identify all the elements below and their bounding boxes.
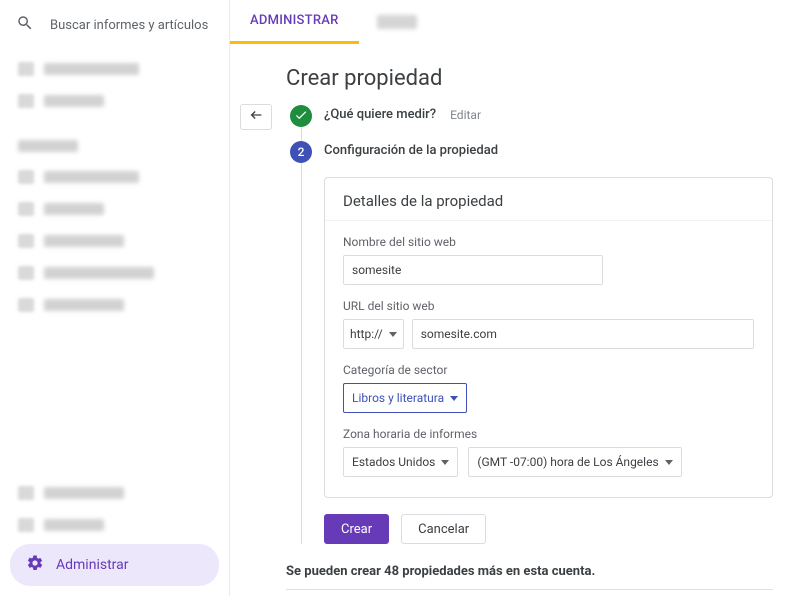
- search-placeholder: Buscar informes y artículos: [50, 18, 208, 33]
- step-1-title: ¿Qué quiere medir?: [324, 107, 436, 122]
- check-icon: [294, 108, 308, 125]
- create-button[interactable]: Crear: [324, 514, 389, 544]
- protocol-value: http://: [350, 327, 383, 341]
- chevron-down-icon: [450, 396, 458, 401]
- tabs: ADMINISTRAR: [230, 0, 793, 44]
- sidebar-admin-label: Administrar: [56, 557, 128, 573]
- page-title: Crear propiedad: [286, 66, 773, 91]
- step-2: 2 Configuración de la propiedad: [290, 141, 773, 167]
- sidebar-item[interactable]: [12, 196, 217, 222]
- sidebar-item[interactable]: [12, 228, 217, 254]
- back-arrow-icon: [248, 107, 264, 127]
- category-select[interactable]: Libros y literatura: [343, 383, 467, 413]
- category-label: Categoría de sector: [343, 363, 754, 377]
- tab-blurred[interactable]: [377, 15, 417, 29]
- site-url-label: URL del sitio web: [343, 299, 754, 313]
- step-2-title: Configuración de la propiedad: [324, 143, 498, 158]
- step-2-body: Detalles de la propiedad Nombre del siti…: [324, 177, 773, 544]
- search-icon: [16, 14, 34, 36]
- content: Crear propiedad ¿Qué quiere medir? Edita…: [230, 44, 793, 596]
- tz-country-select[interactable]: Estados Unidos: [343, 447, 458, 477]
- tz-value-select[interactable]: (GMT -07:00) hora de Los Ángeles: [468, 447, 681, 477]
- sidebar-top-group: [0, 50, 229, 120]
- site-url-input[interactable]: [412, 319, 754, 349]
- stepper: ¿Qué quiere medir? Editar 2 Configuració…: [290, 105, 773, 544]
- chevron-down-icon: [665, 460, 673, 465]
- tz-value: (GMT -07:00) hora de Los Ángeles: [477, 455, 658, 469]
- step-actions: Crear Cancelar: [324, 514, 773, 544]
- tz-label: Zona horaria de informes: [343, 427, 754, 441]
- cancel-button[interactable]: Cancelar: [401, 514, 486, 544]
- search-bar[interactable]: Buscar informes y artículos: [0, 0, 229, 50]
- gear-icon: [26, 554, 44, 576]
- back-button[interactable]: [240, 104, 272, 130]
- sidebar-item[interactable]: [12, 480, 217, 506]
- sidebar-bottom-group: [0, 474, 229, 544]
- protocol-select[interactable]: http://: [343, 319, 404, 349]
- chevron-down-icon: [441, 460, 449, 465]
- main: ADMINISTRAR Crear propiedad: [230, 0, 793, 596]
- quota-text: Se pueden crear 48 propiedades más en es…: [286, 564, 773, 579]
- sidebar-item[interactable]: [12, 512, 217, 538]
- tab-admin[interactable]: ADMINISTRAR: [230, 0, 359, 44]
- step-1-edit[interactable]: Editar: [450, 108, 481, 122]
- step-1: ¿Qué quiere medir? Editar: [290, 105, 773, 141]
- sidebar: Buscar informes y artículos Administrar: [0, 0, 230, 596]
- tz-country-value: Estados Unidos: [352, 455, 435, 469]
- property-details-card: Detalles de la propiedad Nombre del siti…: [324, 177, 773, 498]
- sidebar-item[interactable]: [12, 164, 217, 190]
- sidebar-item[interactable]: [12, 56, 217, 82]
- sidebar-item[interactable]: [12, 260, 217, 286]
- sidebar-item[interactable]: [12, 292, 217, 318]
- sidebar-item[interactable]: [12, 134, 217, 158]
- category-value: Libros y literatura: [352, 391, 444, 405]
- site-name-label: Nombre del sitio web: [343, 235, 754, 249]
- step-1-bullet: [290, 105, 312, 127]
- card-header: Detalles de la propiedad: [325, 178, 772, 221]
- sidebar-admin[interactable]: Administrar: [10, 544, 219, 586]
- sidebar-item[interactable]: [12, 88, 217, 114]
- step-2-bullet: 2: [290, 141, 312, 163]
- divider: [286, 589, 773, 590]
- stepper-line: [301, 105, 302, 544]
- site-name-input[interactable]: [343, 255, 603, 285]
- sidebar-mid-group: [0, 128, 229, 324]
- chevron-down-icon: [389, 332, 397, 337]
